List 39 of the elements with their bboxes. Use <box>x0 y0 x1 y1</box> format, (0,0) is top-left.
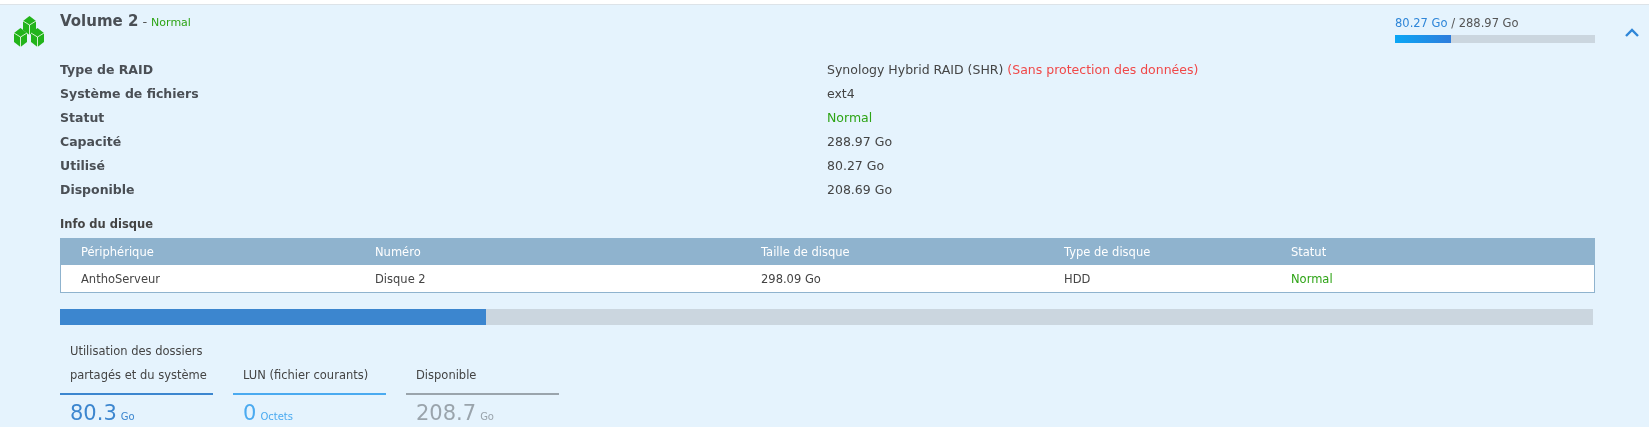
legend-label: Disponible <box>416 367 478 384</box>
property-label: Statut <box>60 109 106 127</box>
legend-label: Utilisation des dossiers <box>70 343 204 360</box>
legend-unit: Go <box>480 411 494 422</box>
legend-label: LUN (fichier courants) <box>243 367 370 384</box>
column-header: Taille de disque <box>761 245 851 259</box>
legend-unit: Octets <box>260 411 293 422</box>
table-cell-text: Disque 2 <box>375 271 427 286</box>
separator-dash: - <box>142 14 148 29</box>
property-value: 288.97 Go <box>827 133 894 151</box>
property-label: Disponible <box>60 181 136 199</box>
legend-value: 80.3 <box>70 401 117 425</box>
table-cell-text: 298.09 Go <box>761 271 822 286</box>
property-value: 208.69 Go <box>827 181 894 199</box>
collapse-chevron-icon[interactable] <box>1623 27 1641 39</box>
property-value: Synology Hybrid RAID (SHR) (Sans protection des données) <box>827 61 1200 79</box>
volume-title: Volume 2 <box>60 12 139 30</box>
column-header: Statut <box>1291 245 1328 259</box>
property-label: Capacité <box>60 133 123 151</box>
table-cell-text: HDD <box>1064 271 1092 286</box>
column-header: Périphérique <box>81 245 155 259</box>
legend-value: 0 <box>243 401 257 425</box>
column-header: Numéro <box>375 245 422 259</box>
property-value: ext4 <box>827 85 856 103</box>
legend-value: 208.7 <box>416 401 477 425</box>
column-header: Type de disque <box>1064 245 1152 259</box>
property-value: 80.27 Go <box>827 157 886 175</box>
legend-unit: Go <box>120 411 135 422</box>
section-title: Info du disque <box>60 217 155 231</box>
property-label: Système de fichiers <box>60 85 200 103</box>
cubes-icon <box>12 15 46 49</box>
table-cell-text: AnthoServeur <box>81 271 161 286</box>
legend-label: partagés et du système <box>70 367 208 384</box>
volume-status: Normal <box>151 16 191 29</box>
property-value: Normal <box>827 109 874 127</box>
usage-text: 80.27 Go / 288.97 Go <box>1395 16 1520 30</box>
table-cell-text: Normal <box>1291 271 1334 286</box>
property-label: Utilisé <box>60 157 106 175</box>
property-label: Type de RAID <box>60 61 155 79</box>
